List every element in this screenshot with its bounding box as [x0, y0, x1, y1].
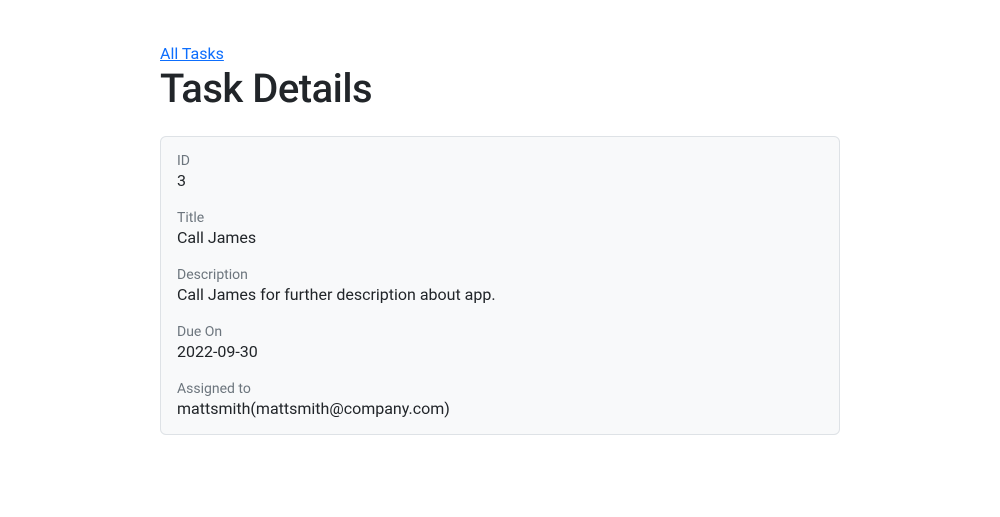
label-title: Title [177, 210, 823, 226]
page-title: Task Details [160, 65, 840, 112]
label-description: Description [177, 267, 823, 283]
field-due-on: Due On 2022-09-30 [177, 324, 823, 361]
field-assigned-to: Assigned to mattsmith(mattsmith@company.… [177, 381, 823, 418]
value-description: Call James for further description about… [177, 285, 823, 304]
field-description: Description Call James for further descr… [177, 267, 823, 304]
label-assigned-to: Assigned to [177, 381, 823, 397]
value-title: Call James [177, 228, 823, 247]
breadcrumb-all-tasks[interactable]: All Tasks [160, 44, 224, 63]
value-assigned-to: mattsmith(mattsmith@company.com) [177, 399, 823, 418]
field-id: ID 3 [177, 153, 823, 190]
value-id: 3 [177, 171, 823, 190]
label-due-on: Due On [177, 324, 823, 340]
field-title: Title Call James [177, 210, 823, 247]
value-due-on: 2022-09-30 [177, 342, 823, 361]
task-details-card: ID 3 Title Call James Description Call J… [160, 136, 840, 435]
label-id: ID [177, 153, 823, 169]
